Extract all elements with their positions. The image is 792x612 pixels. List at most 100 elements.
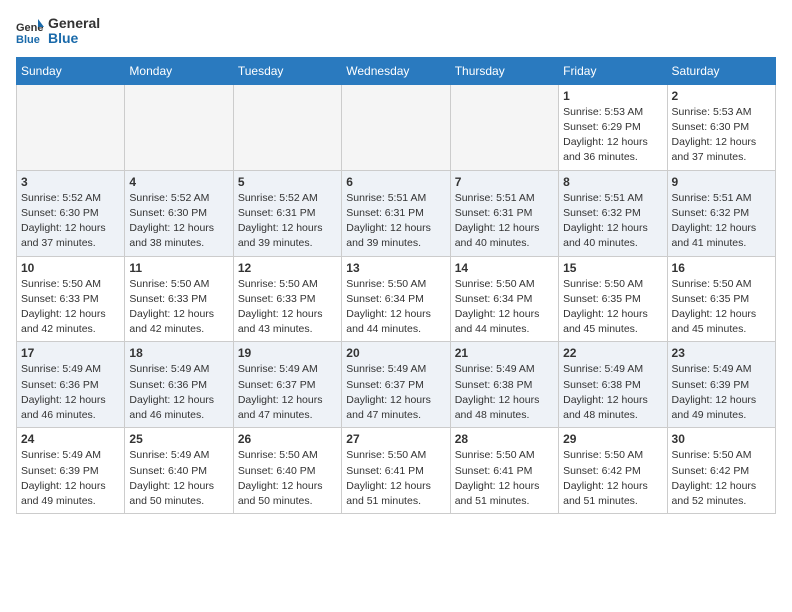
day-cell: 7 Sunrise: 5:51 AMSunset: 6:31 PMDaylight…	[450, 170, 558, 256]
day-info: Sunrise: 5:50 AMSunset: 6:35 PMDaylight:…	[672, 277, 771, 338]
day-number: 12	[238, 261, 337, 275]
day-info: Sunrise: 5:49 AMSunset: 6:36 PMDaylight:…	[21, 362, 120, 423]
day-cell	[17, 84, 125, 170]
day-info: Sunrise: 5:51 AMSunset: 6:32 PMDaylight:…	[563, 191, 662, 252]
col-header-thursday: Thursday	[450, 57, 558, 84]
day-info: Sunrise: 5:50 AMSunset: 6:41 PMDaylight:…	[455, 448, 554, 509]
day-cell: 5 Sunrise: 5:52 AMSunset: 6:31 PMDaylight…	[233, 170, 341, 256]
day-number: 13	[346, 261, 445, 275]
day-info: Sunrise: 5:49 AMSunset: 6:37 PMDaylight:…	[238, 362, 337, 423]
calendar-table: SundayMondayTuesdayWednesdayThursdayFrid…	[16, 57, 776, 514]
week-row-4: 17 Sunrise: 5:49 AMSunset: 6:36 PMDayligh…	[17, 342, 776, 428]
day-info: Sunrise: 5:49 AMSunset: 6:38 PMDaylight:…	[455, 362, 554, 423]
day-number: 14	[455, 261, 554, 275]
day-info: Sunrise: 5:49 AMSunset: 6:36 PMDaylight:…	[129, 362, 228, 423]
day-number: 22	[563, 346, 662, 360]
day-info: Sunrise: 5:52 AMSunset: 6:31 PMDaylight:…	[238, 191, 337, 252]
day-cell	[342, 84, 450, 170]
col-header-friday: Friday	[559, 57, 667, 84]
day-cell: 20Sunrise: 5:49 AMSunset: 6:37 PMDayligh…	[342, 342, 450, 428]
day-info: Sunrise: 5:51 AMSunset: 6:31 PMDaylight:…	[346, 191, 445, 252]
day-cell: 14 Sunrise: 5:50 AMSunset: 6:34 PMDayligh…	[450, 256, 558, 342]
day-info: Sunrise: 5:49 AMSunset: 6:38 PMDaylight:…	[563, 362, 662, 423]
day-number: 24	[21, 432, 120, 446]
day-cell: 30 Sunrise: 5:50 AMSunset: 6:42 PMDayligh…	[667, 428, 775, 514]
day-number: 21	[455, 346, 554, 360]
day-number: 2	[672, 89, 771, 103]
day-info: Sunrise: 5:50 AMSunset: 6:33 PMDaylight:…	[21, 277, 120, 338]
day-cell: 2 Sunrise: 5:53 AMSunset: 6:30 PMDaylight…	[667, 84, 775, 170]
day-cell: 10 Sunrise: 5:50 AMSunset: 6:33 PMDayligh…	[17, 256, 125, 342]
day-cell: 13 Sunrise: 5:50 AMSunset: 6:34 PMDayligh…	[342, 256, 450, 342]
logo: General Blue GeneralBlue	[16, 16, 100, 47]
logo-text: GeneralBlue	[48, 16, 100, 47]
day-number: 5	[238, 175, 337, 189]
svg-text:Blue: Blue	[16, 34, 40, 45]
day-number: 10	[21, 261, 120, 275]
day-number: 3	[21, 175, 120, 189]
day-number: 15	[563, 261, 662, 275]
col-header-saturday: Saturday	[667, 57, 775, 84]
day-cell: 17 Sunrise: 5:49 AMSunset: 6:36 PMDayligh…	[17, 342, 125, 428]
week-row-2: 3 Sunrise: 5:52 AMSunset: 6:30 PMDaylight…	[17, 170, 776, 256]
day-number: 30	[672, 432, 771, 446]
col-header-tuesday: Tuesday	[233, 57, 341, 84]
day-cell: 21 Sunrise: 5:49 AMSunset: 6:38 PMDayligh…	[450, 342, 558, 428]
day-cell: 29 Sunrise: 5:50 AMSunset: 6:42 PMDayligh…	[559, 428, 667, 514]
day-info: Sunrise: 5:50 AMSunset: 6:34 PMDaylight:…	[455, 277, 554, 338]
day-info: Sunrise: 5:49 AMSunset: 6:39 PMDaylight:…	[21, 448, 120, 509]
day-cell: 15 Sunrise: 5:50 AMSunset: 6:35 PMDayligh…	[559, 256, 667, 342]
day-number: 20	[346, 346, 445, 360]
day-cell: 8Sunrise: 5:51 AMSunset: 6:32 PMDaylight…	[559, 170, 667, 256]
day-number: 19	[238, 346, 337, 360]
day-cell: 1 Sunrise: 5:53 AMSunset: 6:29 PMDaylight…	[559, 84, 667, 170]
day-cell: 27Sunrise: 5:50 AMSunset: 6:41 PMDayligh…	[342, 428, 450, 514]
day-info: Sunrise: 5:50 AMSunset: 6:42 PMDaylight:…	[672, 448, 771, 509]
day-number: 1	[563, 89, 662, 103]
day-cell: 4Sunrise: 5:52 AMSunset: 6:30 PMDaylight…	[125, 170, 233, 256]
day-cell: 11Sunrise: 5:50 AMSunset: 6:33 PMDayligh…	[125, 256, 233, 342]
day-cell: 26 Sunrise: 5:50 AMSunset: 6:40 PMDayligh…	[233, 428, 341, 514]
day-info: Sunrise: 5:50 AMSunset: 6:41 PMDaylight:…	[346, 448, 445, 509]
day-number: 25	[129, 432, 228, 446]
logo-icon: General Blue	[16, 17, 44, 45]
day-number: 29	[563, 432, 662, 446]
day-number: 17	[21, 346, 120, 360]
day-cell: 16 Sunrise: 5:50 AMSunset: 6:35 PMDayligh…	[667, 256, 775, 342]
col-header-monday: Monday	[125, 57, 233, 84]
day-cell	[125, 84, 233, 170]
day-info: Sunrise: 5:50 AMSunset: 6:42 PMDaylight:…	[563, 448, 662, 509]
day-cell: 19 Sunrise: 5:49 AMSunset: 6:37 PMDayligh…	[233, 342, 341, 428]
day-number: 26	[238, 432, 337, 446]
day-number: 7	[455, 175, 554, 189]
week-row-3: 10 Sunrise: 5:50 AMSunset: 6:33 PMDayligh…	[17, 256, 776, 342]
day-info: Sunrise: 5:50 AMSunset: 6:35 PMDaylight:…	[563, 277, 662, 338]
day-info: Sunrise: 5:50 AMSunset: 6:34 PMDaylight:…	[346, 277, 445, 338]
day-info: Sunrise: 5:49 AMSunset: 6:39 PMDaylight:…	[672, 362, 771, 423]
logo-general: General	[48, 16, 100, 31]
day-cell	[450, 84, 558, 170]
day-cell: 12 Sunrise: 5:50 AMSunset: 6:33 PMDayligh…	[233, 256, 341, 342]
week-row-5: 24 Sunrise: 5:49 AMSunset: 6:39 PMDayligh…	[17, 428, 776, 514]
day-info: Sunrise: 5:51 AMSunset: 6:31 PMDaylight:…	[455, 191, 554, 252]
day-cell: 6 Sunrise: 5:51 AMSunset: 6:31 PMDaylight…	[342, 170, 450, 256]
day-number: 6	[346, 175, 445, 189]
day-info: Sunrise: 5:50 AMSunset: 6:33 PMDaylight:…	[238, 277, 337, 338]
page-header: General Blue GeneralBlue	[16, 16, 776, 47]
day-cell: 18Sunrise: 5:49 AMSunset: 6:36 PMDayligh…	[125, 342, 233, 428]
day-number: 23	[672, 346, 771, 360]
header-row: SundayMondayTuesdayWednesdayThursdayFrid…	[17, 57, 776, 84]
day-number: 9	[672, 175, 771, 189]
day-info: Sunrise: 5:51 AMSunset: 6:32 PMDaylight:…	[672, 191, 771, 252]
col-header-wednesday: Wednesday	[342, 57, 450, 84]
day-info: Sunrise: 5:53 AMSunset: 6:29 PMDaylight:…	[563, 105, 662, 166]
day-info: Sunrise: 5:50 AMSunset: 6:40 PMDaylight:…	[238, 448, 337, 509]
day-cell: 9 Sunrise: 5:51 AMSunset: 6:32 PMDaylight…	[667, 170, 775, 256]
day-info: Sunrise: 5:53 AMSunset: 6:30 PMDaylight:…	[672, 105, 771, 166]
day-cell	[233, 84, 341, 170]
day-number: 28	[455, 432, 554, 446]
day-cell: 3 Sunrise: 5:52 AMSunset: 6:30 PMDaylight…	[17, 170, 125, 256]
day-number: 16	[672, 261, 771, 275]
day-info: Sunrise: 5:52 AMSunset: 6:30 PMDaylight:…	[21, 191, 120, 252]
day-number: 4	[129, 175, 228, 189]
